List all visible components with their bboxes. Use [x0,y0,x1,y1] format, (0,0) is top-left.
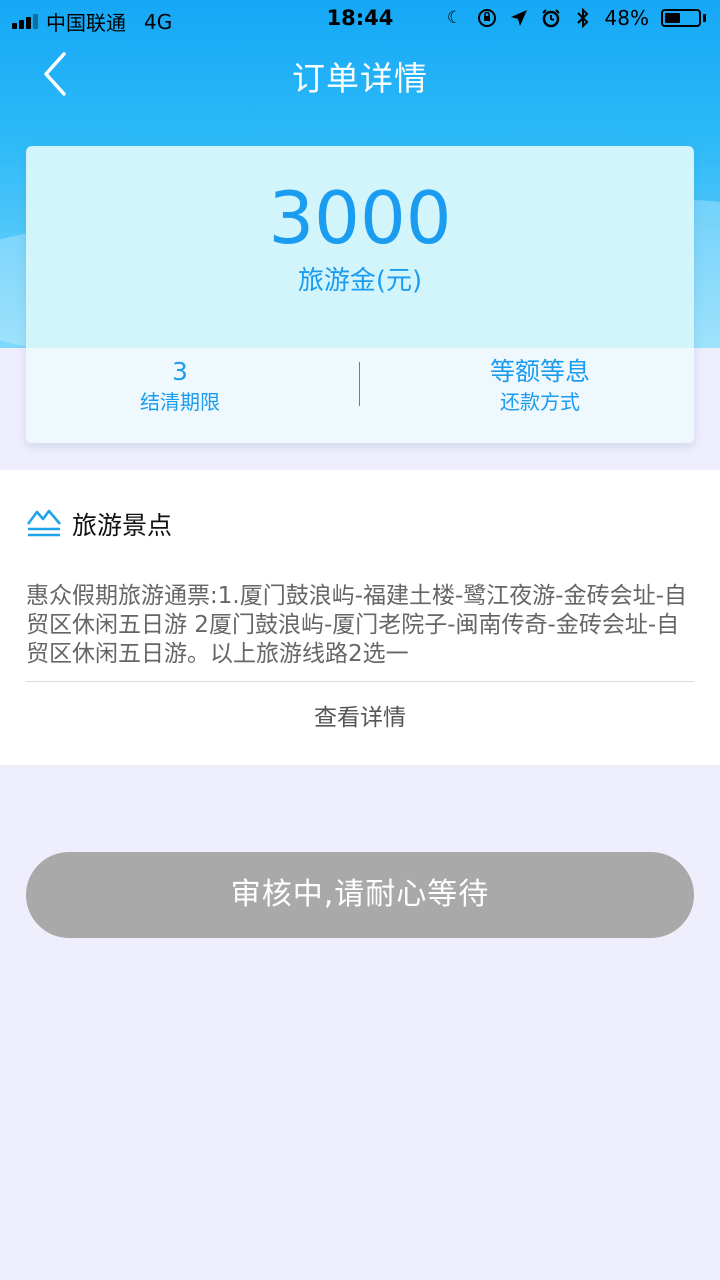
battery-icon [661,9,706,27]
orientation-lock-icon [477,8,497,28]
attractions-section: 旅游景点 惠众假期旅游通票:1.厦门鼓浪屿-福建土楼-鹭江夜游-金砖会址-自贸区… [0,470,720,765]
attractions-heading: 旅游景点 [72,511,173,540]
loan-summary-card: 3000 旅游金(元) 3 结清期限 等额等息 还款方式 [26,146,694,443]
location-icon [509,8,529,28]
term-value: 3 [172,357,188,386]
amount-value: 3000 [268,176,452,260]
mountain-landscape-icon [26,506,62,542]
repayment-label: 还款方式 [500,390,580,414]
term-stat: 3 结清期限 [30,356,330,416]
battery-percent: 48% [604,6,649,30]
page-title: 订单详情 [292,59,428,98]
status-bar: 中国联通 4G 18:44 ☾ 48% [0,0,720,36]
review-status-button[interactable]: 审核中,请耐心等待 [26,852,694,938]
stat-divider [359,362,360,406]
repayment-value: 等额等息 [489,357,590,386]
amount-label: 旅游金(元) [297,266,423,296]
attractions-description: 惠众假期旅游通票:1.厦门鼓浪屿-福建土楼-鹭江夜游-金砖会址-自贸区休闲五日游… [26,583,687,667]
alarm-icon [541,8,561,28]
moon-icon: ☾ [446,8,463,28]
repayment-stat: 等额等息 还款方式 [390,356,690,416]
bluetooth-icon [573,8,593,28]
term-label: 结清期限 [140,390,220,414]
view-details-link[interactable]: 查看详情 [0,698,720,732]
divider [26,681,694,682]
